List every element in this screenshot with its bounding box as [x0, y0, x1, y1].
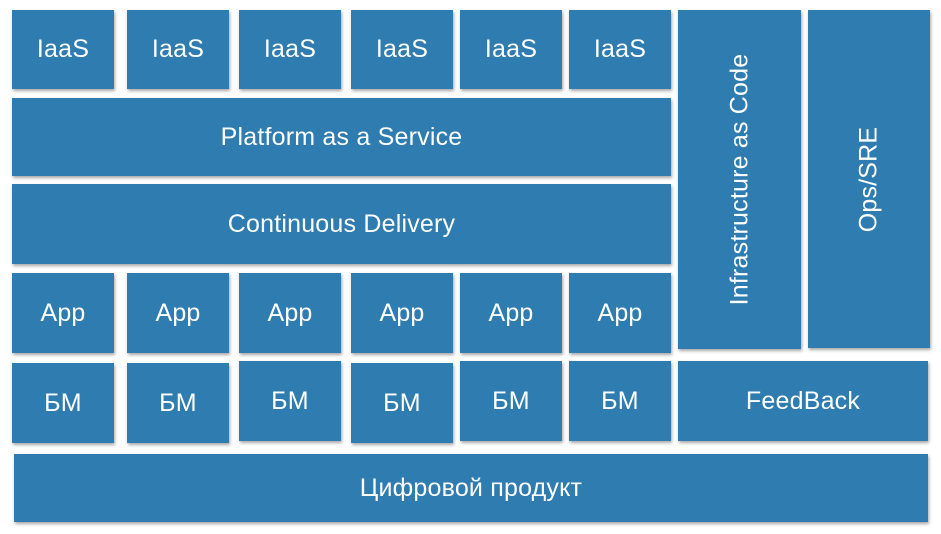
ops-label: Ops/SRE [854, 126, 883, 232]
app-label: App [597, 298, 643, 327]
bm-block-6: БМ [569, 361, 671, 441]
bm-label: БМ [159, 388, 197, 417]
paas-label: Platform as a Service [220, 122, 463, 151]
app-label: App [40, 298, 86, 327]
cd-block: Continuous Delivery [12, 184, 671, 264]
app-block-1: App [12, 273, 114, 353]
iaas-block-2: IaaS [127, 10, 229, 89]
iaas-label: IaaS [36, 35, 90, 63]
iaas-label: IaaS [484, 35, 538, 63]
iac-label: Infrastructure as Code [725, 53, 753, 306]
cd-label: Continuous Delivery [227, 209, 456, 238]
app-block-6: App [569, 273, 671, 353]
bm-block-2: БМ [127, 363, 229, 443]
bm-label: БМ [492, 386, 530, 415]
bm-label: БМ [271, 386, 309, 415]
iaas-block-4: IaaS [351, 10, 453, 89]
paas-block: Platform as a Service [12, 98, 671, 176]
feedback-label: FeedBack [745, 386, 861, 415]
app-block-5: App [460, 273, 562, 353]
product-block: Цифровой продукт [14, 454, 928, 522]
feedback-block: FeedBack [678, 361, 928, 441]
iaas-label: IaaS [151, 35, 205, 63]
bm-block-4: БМ [351, 363, 453, 443]
bm-label: БМ [601, 386, 639, 415]
bm-block-3: БМ [239, 361, 341, 441]
iaas-block-1: IaaS [12, 10, 114, 89]
iaas-label: IaaS [593, 35, 647, 63]
iaas-block-6: IaaS [569, 10, 671, 89]
product-label: Цифровой продукт [359, 473, 583, 502]
app-block-3: App [239, 273, 341, 353]
app-block-4: App [351, 273, 453, 353]
bm-label: БМ [383, 388, 421, 417]
ops-block: Ops/SRE [808, 10, 930, 348]
iaas-label: IaaS [263, 35, 317, 63]
app-label: App [155, 298, 201, 327]
app-block-2: App [127, 273, 229, 353]
iaas-block-3: IaaS [239, 10, 341, 89]
app-label: App [267, 298, 313, 327]
app-label: App [379, 298, 425, 327]
iac-block: Infrastructure as Code [678, 10, 801, 349]
bm-label: БМ [44, 388, 82, 417]
bm-block-1: БМ [12, 363, 114, 443]
app-label: App [488, 298, 534, 327]
bm-block-5: БМ [460, 361, 562, 441]
iaas-block-5: IaaS [460, 10, 562, 89]
iaas-label: IaaS [375, 35, 429, 63]
